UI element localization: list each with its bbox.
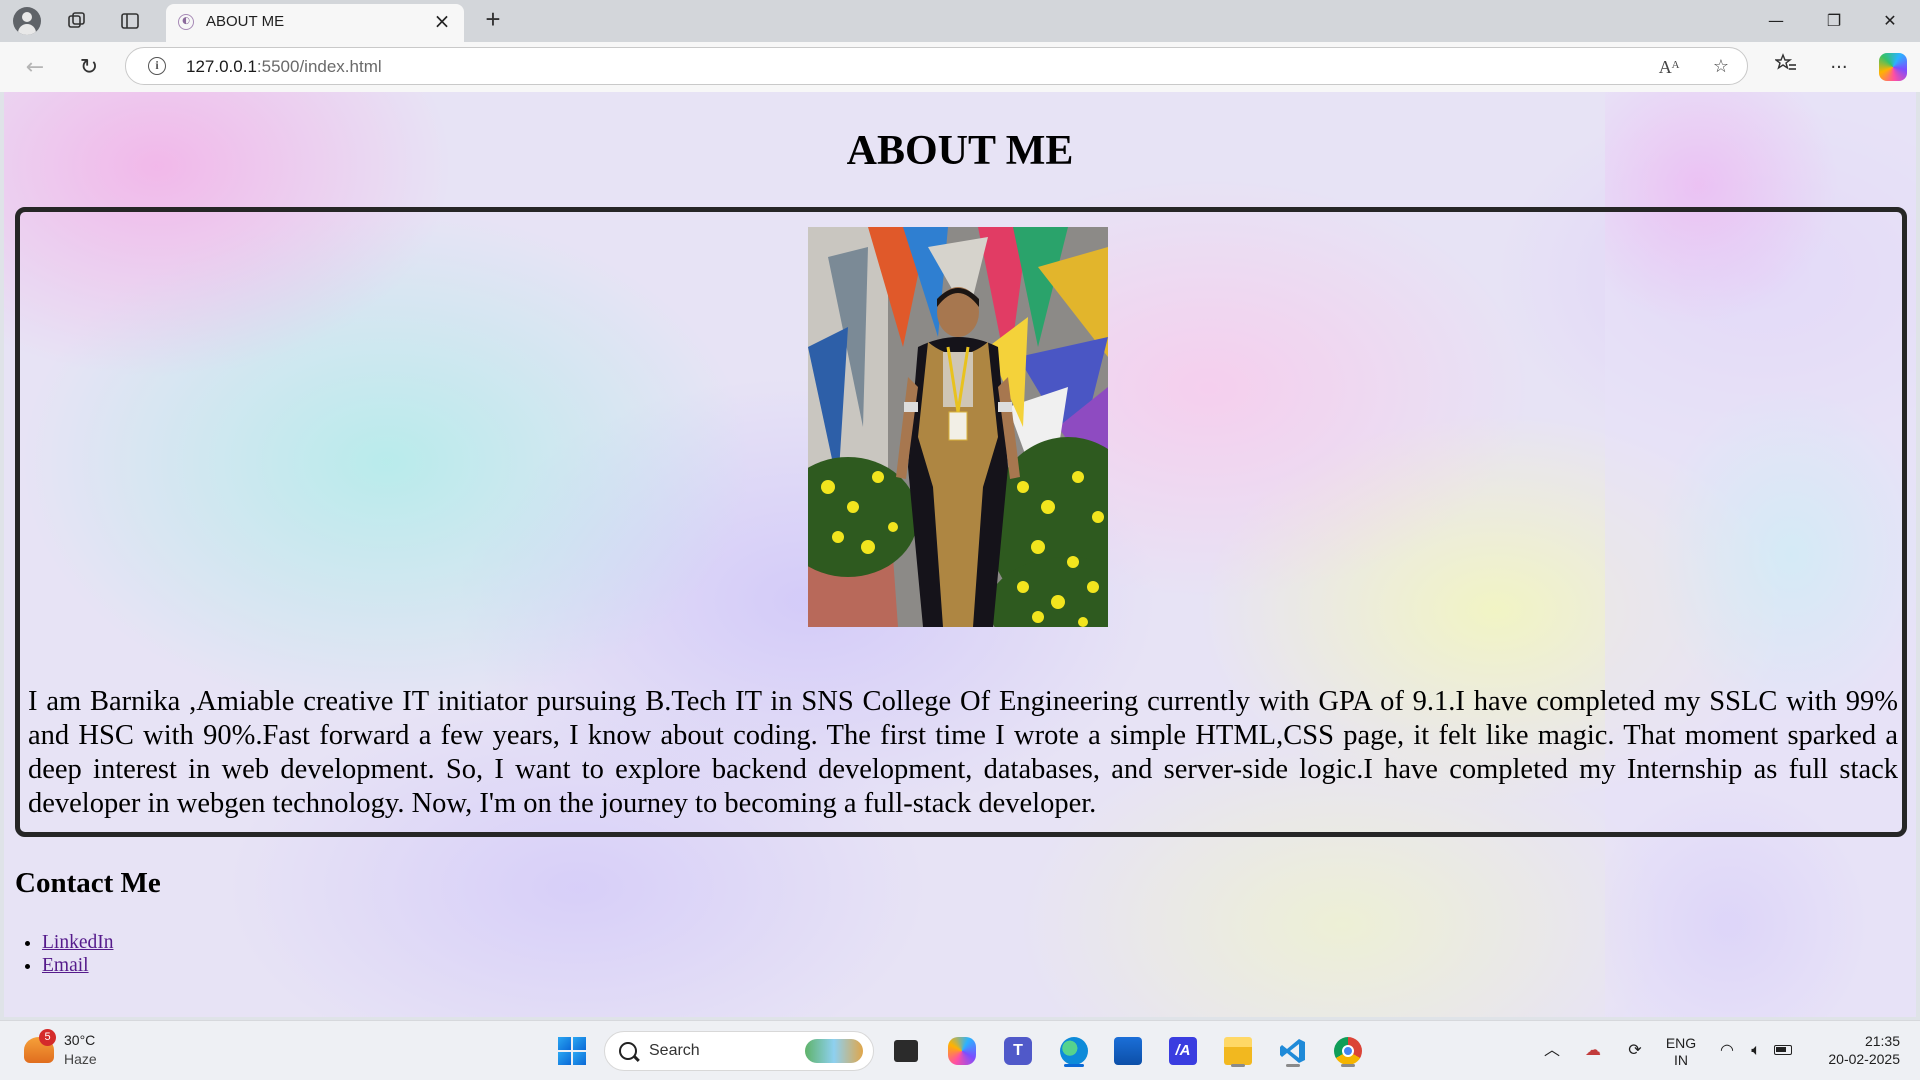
language-indicator[interactable]: ENG IN [1664,1035,1698,1068]
running-indicator [1341,1064,1355,1067]
teams-icon[interactable]: T [1000,1033,1036,1069]
read-aloud-icon[interactable]: Aᴬ [1656,54,1682,80]
back-arrow-icon[interactable]: ← [19,52,51,84]
weather-widget[interactable]: 5 30°C Haze [22,1029,142,1073]
tab-favicon-icon: ◐ [178,14,194,30]
browser-tab-strip: ◐ ABOUT ME × + — ❐ ✕ [0,0,1920,42]
active-indicator [1064,1064,1084,1067]
email-link[interactable]: Email [42,955,89,976]
url-path: :5500/index.html [256,57,382,76]
running-indicator [1286,1064,1300,1067]
web-page: ABOUT ME I am Barnika ,Amiable creative … [4,92,1916,1017]
page-title: ABOUT ME [846,128,1074,174]
refresh-icon[interactable]: ↻ [73,52,105,84]
profile-photo [808,227,1108,627]
copilot-icon[interactable] [1879,53,1907,81]
address-bar[interactable]: i 127.0.0.1:5500/index.html Aᴬ ☆ [125,47,1748,85]
new-tab-button[interactable]: + [478,5,508,35]
clock[interactable]: 21:35 20-02-2025 [1810,1032,1900,1067]
weather-badge: 5 [39,1029,56,1046]
sync-icon[interactable]: ⟳ [1622,1035,1648,1067]
search-highlight-icon [805,1039,863,1063]
language-bottom: IN [1674,1052,1688,1068]
volume-icon[interactable]: 🔈︎ [1745,1035,1767,1067]
minimize-button[interactable]: — [1748,0,1804,42]
list-item: Email [42,954,113,977]
clock-date: 20-02-2025 [1828,1051,1900,1067]
restore-button[interactable]: ❐ [1806,0,1862,42]
taskbar: 5 30°C Haze Search T /A ︿ ☁ ⟳ ENG IN ◠ 🔈… [0,1020,1920,1080]
battery-icon[interactable] [1774,1035,1796,1067]
close-window-button[interactable]: ✕ [1862,0,1918,42]
wifi-icon[interactable]: ◠ [1716,1035,1738,1067]
language-top: ENG [1665,1035,1697,1051]
tab-close-icon[interactable]: × [430,10,454,34]
about-paragraph: I am Barnika ,Amiable creative IT initia… [28,686,1898,819]
contact-list: LinkedIn Email [15,931,113,977]
store-icon[interactable] [1110,1033,1146,1069]
tab-about-me[interactable]: ◐ ABOUT ME × [166,4,464,42]
taskbar-search[interactable]: Search [604,1031,874,1071]
search-icon [619,1042,637,1060]
search-label: Search [649,1042,700,1059]
vertical-tabs-icon[interactable] [116,8,144,34]
editor-app-icon[interactable]: /A [1165,1033,1201,1069]
start-button[interactable] [554,1033,590,1069]
workspaces-icon[interactable] [63,8,91,34]
list-item: LinkedIn [42,931,113,954]
running-indicator [1231,1064,1245,1067]
url-host: 127.0.0.1 [186,57,257,76]
linkedin-link[interactable]: LinkedIn [42,932,113,953]
weather-description: Haze [64,1051,97,1067]
onedrive-status-icon[interactable]: ☁ [1580,1035,1606,1067]
favorite-star-icon[interactable]: ☆ [1708,54,1734,80]
windows-logo-icon [558,1037,586,1065]
show-hidden-icons-chevron-icon[interactable]: ︿ [1540,1035,1564,1067]
profile-icon[interactable] [13,7,41,35]
weather-temperature: 30°C [64,1032,96,1048]
contact-heading: Contact Me [15,867,161,899]
file-explorer-icon[interactable] [1220,1033,1256,1069]
profile-avatar-icon [13,7,41,35]
vscode-icon[interactable] [1275,1033,1311,1069]
edge-icon[interactable] [1056,1033,1092,1069]
more-options-icon[interactable]: ··· [1823,52,1855,84]
copilot-taskbar-icon[interactable] [944,1033,980,1069]
url-text[interactable]: 127.0.0.1:5500/index.html [186,57,382,77]
chrome-icon[interactable] [1330,1033,1366,1069]
browser-toolbar: ← ↻ i 127.0.0.1:5500/index.html Aᴬ ☆ ··· [0,42,1920,92]
favorites-icon[interactable] [1770,52,1802,84]
site-info-icon[interactable]: i [148,57,166,75]
task-view-icon[interactable] [888,1033,924,1069]
clock-time: 21:35 [1864,1033,1900,1049]
tab-title: ABOUT ME [206,13,285,30]
about-section: I am Barnika ,Amiable creative IT initia… [15,207,1907,837]
